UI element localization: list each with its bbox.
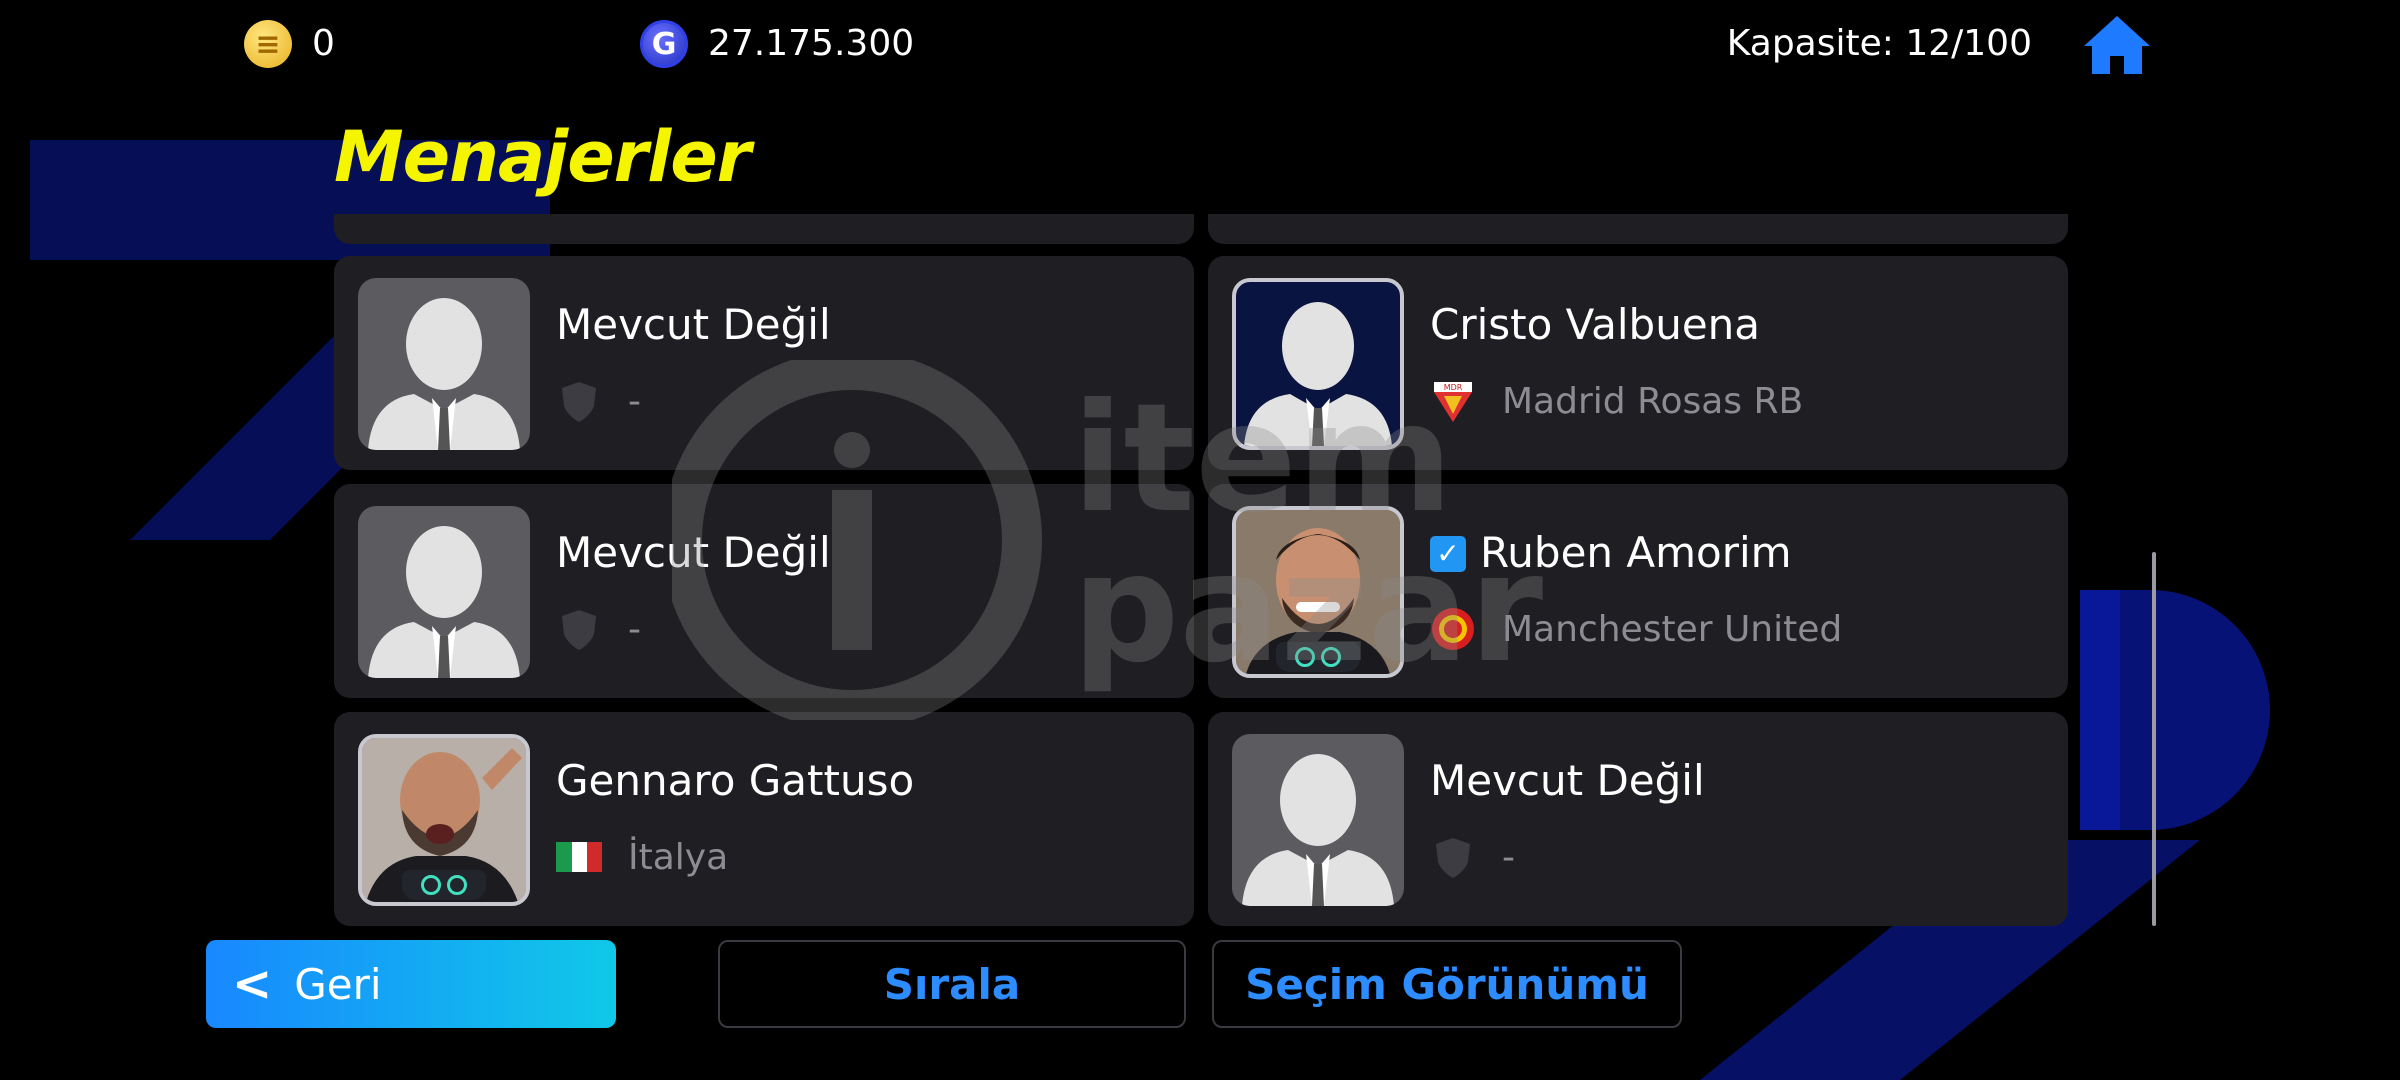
manager-name: Cristo Valbuena: [1430, 300, 1761, 349]
person-silhouette-icon: [368, 526, 520, 678]
shield-icon: [562, 382, 596, 422]
coins-value: 0: [312, 23, 335, 64]
manager-team: İtalya: [628, 836, 729, 878]
back-button-label: Geri: [294, 959, 382, 1009]
person-silhouette-icon: [368, 298, 520, 450]
manager-name: Ruben Amorim: [1480, 528, 1792, 577]
club-crest-icon: MDR: [1434, 382, 1472, 422]
gp-value: 27.175.300: [708, 23, 915, 64]
manager-card[interactable]: Mevcut Değil -: [1208, 712, 2068, 926]
coin-icon: ≡: [244, 20, 292, 68]
manager-card[interactable]: Mevcut Değil -: [334, 256, 1194, 470]
manager-name: Mevcut Değil: [1430, 756, 1705, 805]
person-silhouette-icon: [1244, 302, 1392, 446]
selection-view-button[interactable]: Seçim Görünümü: [1212, 940, 1682, 1028]
capacity-label: Kapasite: 12/100: [1726, 23, 2032, 64]
selected-check-icon: ✓: [1430, 536, 1466, 572]
manager-team: Madrid Rosas RB: [1502, 380, 1804, 422]
person-silhouette-icon: [1242, 754, 1394, 906]
manager-list: Mevcut Değil - Cristo Valbuena MDR Madri…: [334, 214, 2070, 930]
list-scrollbar[interactable]: [2152, 552, 2156, 926]
manager-team: -: [628, 380, 641, 422]
back-button[interactable]: < Geri: [206, 940, 616, 1028]
shield-icon: [562, 610, 596, 650]
manager-team: Manchester United: [1502, 608, 1843, 650]
manager-portrait-placeholder: [358, 506, 530, 678]
svg-text:MDR: MDR: [1444, 383, 1463, 392]
manager-card-partial[interactable]: [334, 214, 1194, 244]
sort-button[interactable]: Sırala: [718, 940, 1186, 1028]
gp-icon: G: [640, 20, 688, 68]
shield-icon: [1436, 838, 1470, 878]
manager-portrait-photo: [358, 734, 530, 906]
chevron-left-icon: <: [232, 956, 273, 1012]
manager-name: Gennaro Gattuso: [556, 756, 915, 805]
manager-card-selected[interactable]: ✓ Ruben Amorim Manchester United: [1208, 484, 2068, 698]
top-bar: ≡ 0 G 27.175.300 Kapasite: 12/100: [0, 0, 2400, 90]
manager-portrait-placeholder: [1232, 734, 1404, 906]
manager-card-partial[interactable]: [1208, 214, 2068, 244]
manager-card[interactable]: Mevcut Değil -: [334, 484, 1194, 698]
manager-portrait-placeholder: [1232, 278, 1404, 450]
manager-name: Mevcut Değil: [556, 300, 831, 349]
manager-name: Mevcut Değil: [556, 528, 831, 577]
manager-team: -: [1502, 836, 1515, 878]
home-icon[interactable]: [2082, 12, 2152, 78]
manager-team: -: [628, 608, 641, 650]
card-type-badge: [1276, 642, 1360, 672]
manager-portrait-photo: [1232, 506, 1404, 678]
card-type-badge: [402, 870, 486, 900]
manager-card[interactable]: Gennaro Gattuso İtalya: [334, 712, 1194, 926]
manager-card[interactable]: Cristo Valbuena MDR Madrid Rosas RB: [1208, 256, 2068, 470]
italy-flag-icon: [556, 842, 602, 872]
manager-portrait-placeholder: [358, 278, 530, 450]
page-title: Menajerler: [334, 116, 751, 198]
club-crest-icon: [1432, 608, 1474, 650]
